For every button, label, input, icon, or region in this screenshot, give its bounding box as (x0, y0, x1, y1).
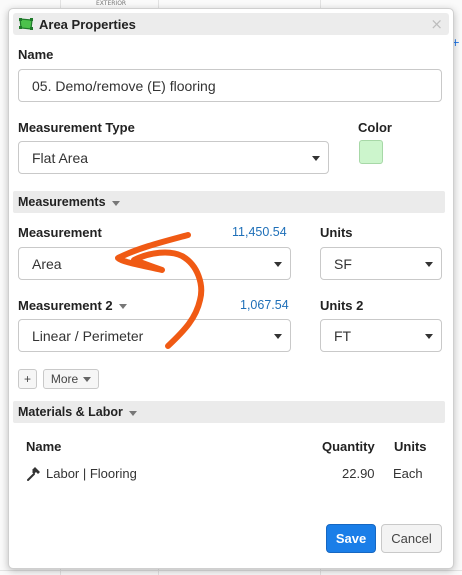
column-header-name: Name (26, 439, 62, 454)
measurement-select[interactable]: Area (18, 247, 291, 280)
color-label: Color (358, 120, 392, 135)
hammer-icon (25, 466, 41, 482)
measurement-value: Area (32, 255, 62, 272)
dialog-titlebar[interactable]: Area Properties × (13, 13, 449, 35)
name-input-value: 05. Demo/remove (E) flooring (32, 77, 216, 94)
background-snippet: EXTERIOR (96, 0, 127, 7)
background-grid-line (0, 570, 462, 571)
chevron-down-icon (118, 304, 127, 310)
materials-section-header[interactable]: Materials & Labor (13, 401, 445, 423)
units-value: SF (334, 255, 352, 272)
chevron-down-icon (83, 376, 92, 382)
measurements-section-header[interactable]: Measurements (13, 191, 445, 213)
name-label: Name (18, 47, 54, 62)
measurement-2-value: Linear / Perimeter (32, 327, 144, 344)
close-icon[interactable]: × (430, 15, 443, 33)
measurement-2-label-text: Measurement 2 (18, 298, 113, 313)
measurement-type-select[interactable]: Flat Area (18, 141, 329, 174)
row-units: Each (393, 466, 423, 481)
units-select[interactable]: SF (320, 247, 442, 280)
plus-icon: + (23, 372, 31, 386)
measurement-total[interactable]: 11,450.54 (232, 225, 287, 239)
column-header-quantity: Quantity (322, 439, 375, 454)
save-button[interactable]: Save (326, 524, 376, 553)
more-button-label: More (50, 372, 79, 386)
chevron-down-icon (425, 333, 433, 339)
row-quantity: 22.90 (342, 466, 375, 481)
measurement-label: Measurement (18, 225, 102, 240)
cancel-button[interactable]: Cancel (381, 524, 442, 553)
units-2-select[interactable]: FT (320, 319, 442, 352)
chevron-down-icon (111, 200, 120, 206)
measurement-type-value: Flat Area (32, 149, 89, 166)
chevron-down-icon (274, 333, 282, 339)
chevron-down-icon (312, 155, 320, 161)
color-swatch[interactable] (359, 140, 383, 164)
units-2-label: Units 2 (320, 298, 364, 313)
units-label: Units (320, 225, 353, 240)
dialog-title: Area Properties (39, 16, 136, 32)
row-name[interactable]: Labor | Flooring (46, 466, 137, 481)
chevron-down-icon (128, 410, 137, 416)
chevron-down-icon (274, 261, 282, 267)
measurement-2-label[interactable]: Measurement 2 (18, 298, 127, 313)
measurements-section-title: Measurements (18, 195, 106, 209)
units-2-value: FT (334, 327, 352, 344)
materials-section-title: Materials & Labor (18, 405, 123, 419)
add-measurement-button[interactable]: + (18, 369, 37, 389)
column-header-units: Units (394, 439, 427, 454)
name-input[interactable]: 05. Demo/remove (E) flooring (18, 69, 442, 102)
area-shape-icon (19, 18, 33, 30)
measurement-2-select[interactable]: Linear / Perimeter (18, 319, 291, 352)
chevron-down-icon (425, 261, 433, 267)
measurement-type-label: Measurement Type (18, 120, 135, 135)
measurement-2-total[interactable]: 1,067.54 (240, 298, 289, 312)
area-properties-dialog: Area Properties × Name 05. Demo/remove (… (8, 8, 454, 569)
more-button[interactable]: More (43, 369, 99, 389)
